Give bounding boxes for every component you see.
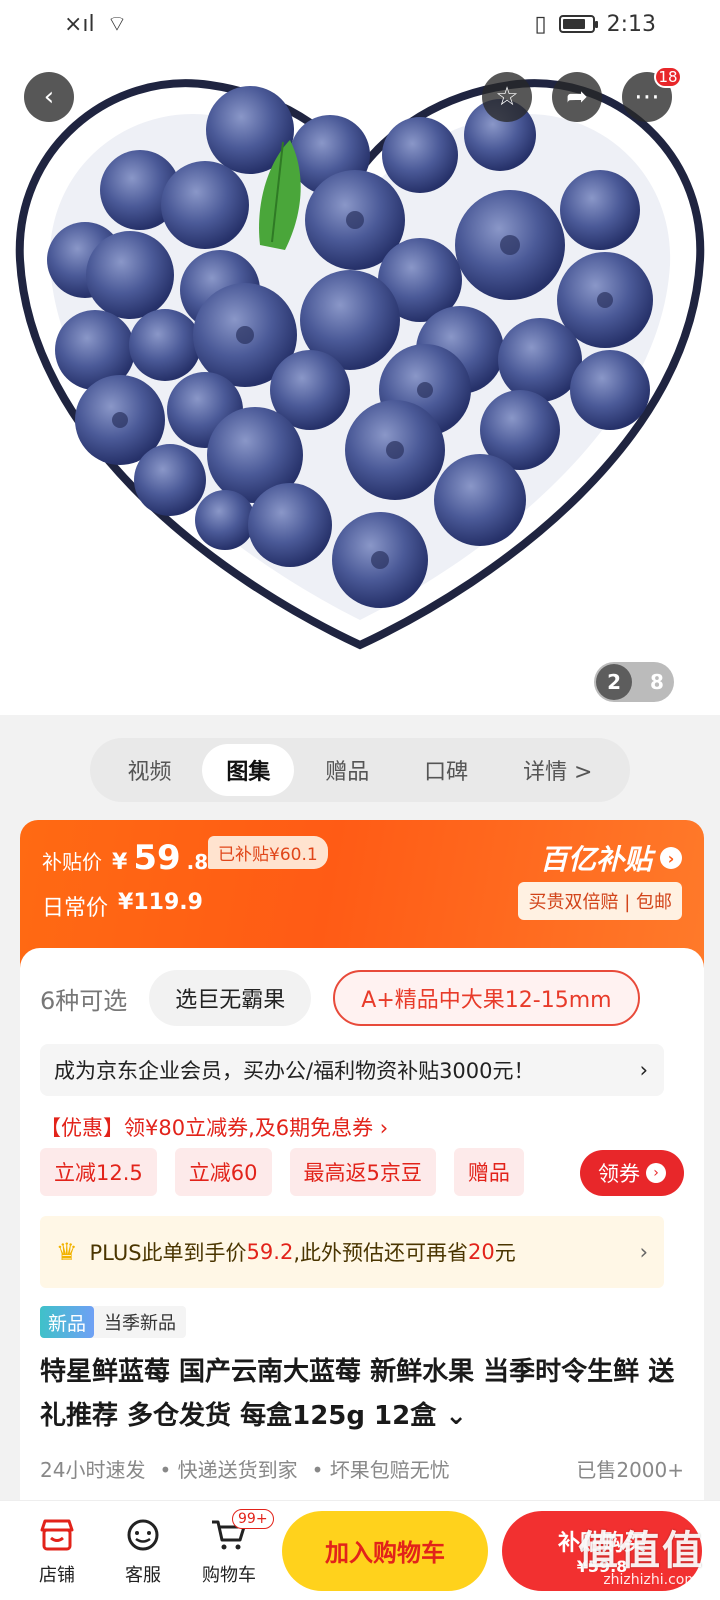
back-button[interactable]: ‹	[24, 72, 74, 122]
plus-price-bar[interactable]: ♛ PLUS此单到手价 59.2 ,此外预估还可再省 20 元 ›	[40, 1216, 664, 1288]
promo-chip[interactable]: 赠品	[453, 1148, 524, 1196]
new-badge: 新品	[40, 1306, 95, 1338]
watermark-url: zhizhizhi.com	[603, 1572, 698, 1588]
watermark-logo: 值值值	[578, 1528, 704, 1574]
cart-button[interactable]: 99+ 购物车	[186, 1508, 274, 1587]
promo-chip[interactable]: 立减60	[174, 1148, 272, 1196]
share-icon: ➦	[566, 82, 588, 112]
vibrate-icon: ▯	[534, 11, 547, 37]
tab-gallery[interactable]: 图集	[202, 744, 295, 796]
status-time: 2:13	[606, 11, 656, 37]
chevron-left-icon: ‹	[43, 82, 55, 112]
service-item: • 坏果包赔无忧	[311, 1458, 450, 1482]
subsidy-price-label: 补贴价	[42, 850, 102, 874]
customer-service-icon	[123, 1515, 163, 1555]
daily-price-label: 日常价	[42, 896, 109, 921]
shop-label: 店铺	[39, 1564, 75, 1586]
section-tabs: 视频 图集 赠品 口碑 详情 >	[90, 738, 630, 802]
wifi-icon: ⌔	[106, 12, 128, 37]
product-page: ‹ ☆ ➦ ⋯ 18 2 8 ×ıl ⌔ ▯ 2:13 视频 图集 赠品 口碑 …	[0, 0, 720, 1600]
guarantee-tag: 买贵双倍赔 | 包邮	[518, 882, 682, 920]
shop-icon	[37, 1515, 77, 1555]
battery-icon	[558, 15, 598, 33]
product-image	[15, 79, 705, 650]
star-icon: ☆	[495, 82, 519, 112]
product-title[interactable]: 特星鲜蓝莓 国产云南大蓝莓 新鲜水果 当季时令生鲜 送礼推荐 多仓发货 每盒12…	[40, 1350, 680, 1438]
enterprise-member-text: 成为京东企业会员，买办公/福利物资补贴3000元！	[54, 1059, 535, 1083]
chevron-right-icon: ›	[639, 1240, 648, 1264]
chevron-right-icon: ›	[660, 847, 682, 869]
plus-save: 20	[468, 1240, 495, 1264]
chevron-right-icon: ›	[646, 1163, 666, 1183]
new-product-tag: 新品 当季新品	[40, 1306, 187, 1338]
plus-price: 59.2	[246, 1240, 294, 1264]
variant-option[interactable]: 选巨无霸果	[149, 970, 312, 1026]
promotion-link[interactable]: 【优惠】领¥80立减券,及6期免息券 ›	[40, 1112, 388, 1142]
new-label: 当季新品	[104, 1313, 177, 1334]
service-button[interactable]: 客服	[100, 1515, 186, 1587]
share-button[interactable]: ➦	[552, 72, 602, 122]
more-icon: ⋯	[634, 82, 660, 112]
favorite-button[interactable]: ☆	[482, 72, 532, 122]
promo-chips: 立减12.5 立减60 最高返5京豆 赠品	[40, 1148, 524, 1196]
gallery-total: 8	[650, 670, 664, 694]
chevron-right-icon: ›	[639, 1058, 648, 1082]
service-item: 24小时速发	[40, 1458, 146, 1482]
gallery-current: 2	[596, 664, 633, 700]
gallery-counter: 2 8	[594, 662, 674, 702]
shop-button[interactable]: 店铺	[14, 1515, 100, 1587]
product-gallery[interactable]: ‹ ☆ ➦ ⋯ 18 2 8	[0, 0, 720, 715]
billion-subsidy-link[interactable]: 百亿补贴 ›	[540, 838, 682, 878]
sold-count: 已售2000+	[576, 1458, 684, 1482]
get-coupon-label: 领券	[598, 1162, 640, 1186]
billion-subsidy-logo: 百亿补贴	[539, 843, 652, 876]
subsidy-price-integer: 59	[133, 838, 181, 878]
tab-gifts[interactable]: 赠品	[301, 744, 393, 796]
currency-symbol: ¥	[112, 850, 128, 875]
variant-selector: 6种可选 选巨无霸果 A+精品中大果12-15mm	[40, 970, 640, 1026]
get-coupon-button[interactable]: 领券 ›	[580, 1150, 684, 1196]
product-info-card: 6种可选 选巨无霸果 A+精品中大果12-15mm 成为京东企业会员，买办公/福…	[20, 948, 704, 1508]
plus-prefix: PLUS此单到手价	[89, 1241, 247, 1265]
tab-details[interactable]: 详情 >	[499, 744, 616, 796]
daily-price-value: ¥119.9	[118, 890, 203, 915]
service-meta: 24小时速发 • 快递送货到家 • 坏果包赔无忧 已售2000+	[40, 1454, 684, 1483]
tab-video[interactable]: 视频	[103, 744, 195, 796]
service-label: 客服	[125, 1564, 161, 1586]
signal-icon: ×ıl	[64, 11, 95, 37]
subsidy-price-decimal: .8	[186, 850, 209, 874]
add-to-cart-button[interactable]: 加入购物车	[282, 1510, 488, 1591]
enterprise-member-bar[interactable]: 成为京东企业会员，买办公/福利物资补贴3000元！ ›	[40, 1044, 664, 1096]
cart-label: 购物车	[202, 1564, 256, 1586]
subsidized-tag: 已补贴¥60.1	[208, 836, 328, 869]
promo-chip[interactable]: 立减12.5	[40, 1148, 157, 1196]
plus-middle: ,此外预估还可再省	[293, 1241, 468, 1265]
more-button[interactable]: ⋯ 18	[622, 66, 682, 122]
cart-count-badge: 99+	[232, 1508, 274, 1529]
message-badge: 18	[654, 66, 682, 88]
variant-count[interactable]: 6种可选	[40, 981, 127, 1016]
status-bar: ×ıl ⌔ ▯ 2:13	[0, 0, 720, 48]
promo-chip[interactable]: 最高返5京豆	[289, 1148, 436, 1196]
service-item: • 快递送货到家	[159, 1458, 298, 1482]
variant-option-selected[interactable]: A+精品中大果12-15mm	[333, 970, 640, 1026]
plus-suffix: 元	[494, 1241, 516, 1265]
tab-reviews[interactable]: 口碑	[400, 744, 492, 796]
crown-icon: ♛	[56, 1238, 78, 1266]
